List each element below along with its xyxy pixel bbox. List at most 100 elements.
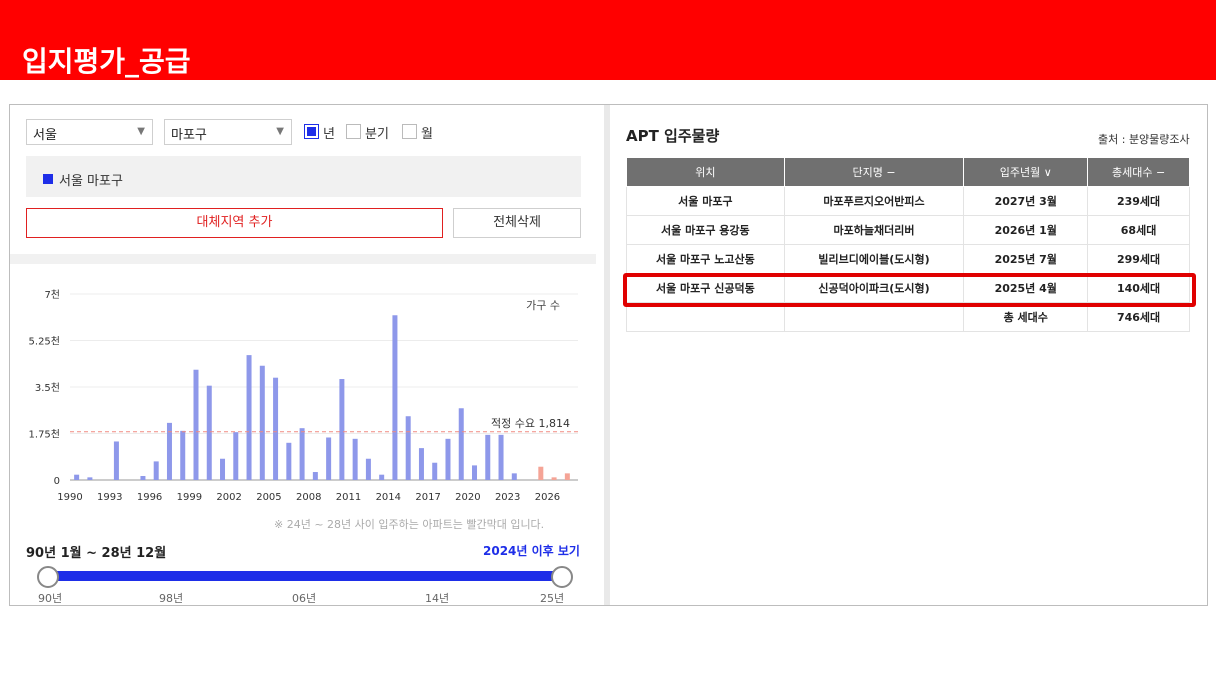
- region-color-swatch: [43, 174, 53, 184]
- range-slider-track[interactable]: [48, 571, 562, 581]
- date-range-label: 90년 1월 ~ 28년 12월: [26, 546, 167, 561]
- chart-bar: [485, 434, 491, 480]
- clear-all-button[interactable]: 전체삭제: [453, 208, 581, 238]
- cell-move-in: 2025년 7월: [963, 244, 1089, 274]
- chart-bar: [273, 377, 279, 480]
- chart-bar: [180, 430, 186, 480]
- month-checkbox-label: 월: [421, 127, 433, 142]
- page-title: 입지평가_공급: [22, 45, 191, 78]
- region-list-item[interactable]: 서울 마포구: [59, 170, 123, 189]
- chart-bar: [564, 473, 570, 480]
- y-tick-label: 1.75천: [29, 429, 60, 441]
- add-region-button[interactable]: 대체지역 추가: [26, 208, 443, 238]
- district-select[interactable]: 마포구 ▼: [164, 119, 292, 145]
- supply-bar-chart: 7천 5.25천 3.5천 1.75천 0 1990 1993 1996 1999 2002 20…: [29, 289, 578, 503]
- chart-bars: [74, 315, 570, 480]
- cell-location: 서울 마포구 용강동: [626, 215, 785, 245]
- cell-complex: 빌리브디에이블(도시형): [783, 244, 965, 274]
- x-tick-label: 2014: [376, 492, 401, 503]
- column-header-location[interactable]: 위치: [626, 157, 785, 187]
- slider-tick-label: 06년: [292, 592, 317, 605]
- chart-bar: [339, 379, 345, 480]
- cell-location: 서울 마포구: [626, 186, 785, 216]
- x-tick-label: 1996: [137, 492, 162, 503]
- chart-bar: [432, 462, 438, 480]
- slider-tick-label: 14년: [425, 592, 450, 605]
- city-select[interactable]: 서울 ▼: [26, 119, 153, 145]
- chart-bar: [498, 434, 504, 480]
- chevron-down-icon: ▼: [276, 126, 284, 137]
- chart-bar: [233, 432, 239, 480]
- chart-bar: [379, 474, 385, 480]
- cell-move-in: 2026년 1월: [963, 215, 1089, 245]
- y-tick-label: 5.25천: [29, 336, 60, 348]
- chart-bar: [551, 477, 557, 480]
- x-tick-label: 2002: [216, 492, 241, 503]
- column-header-complex[interactable]: 단지명 −: [783, 157, 965, 187]
- chart-bar: [458, 408, 464, 480]
- cell-complex: 마포푸르지오어반피스: [783, 186, 965, 216]
- x-tick-label: 2011: [336, 492, 361, 503]
- reference-line-group: 적정 수요 1,814: [70, 417, 578, 433]
- view-after-2024-link[interactable]: 2024년 이후 보기: [483, 542, 580, 559]
- chart-bar: [365, 458, 371, 480]
- range-slider-start-handle[interactable]: [37, 566, 59, 588]
- x-tick-label: 2017: [415, 492, 440, 503]
- chart-bar: [87, 477, 93, 480]
- year-checkbox-label: 년: [323, 127, 335, 142]
- chart-bar: [445, 438, 451, 480]
- chart-bar: [511, 473, 517, 480]
- chart-bar: [312, 472, 318, 480]
- chart-bar: [220, 458, 226, 480]
- city-select-value: 서울: [33, 128, 57, 143]
- range-slider-end-handle[interactable]: [551, 566, 573, 588]
- chart-bar: [352, 438, 358, 480]
- x-tick-label: 2026: [535, 492, 560, 503]
- chart-bar: [74, 474, 80, 480]
- chart-bar: [286, 442, 292, 480]
- chevron-down-icon: ▼: [137, 126, 145, 137]
- y-tick-label: 0: [54, 476, 60, 487]
- y-tick-label: 7천: [44, 289, 60, 301]
- x-axis-ticks: 1990 1993 1996 1999 2002 2005 2008 2011 2014 2017…: [57, 492, 560, 503]
- chart-bar: [418, 448, 424, 480]
- slider-tick-label: 90년: [38, 592, 63, 605]
- slider-tick-label: 98년: [159, 592, 184, 605]
- chart-bar: [538, 466, 544, 480]
- chart-bar: [299, 428, 305, 480]
- x-tick-label: 2020: [455, 492, 480, 503]
- cell-households: 239세대: [1087, 186, 1190, 216]
- chart-bar: [153, 461, 159, 480]
- chart-bar: [193, 369, 199, 480]
- chart-bar: [259, 365, 265, 480]
- quarter-checkbox-label: 분기: [365, 127, 389, 142]
- chart-bar: [246, 355, 252, 480]
- column-header-move-in[interactable]: 입주년월 ∨: [963, 157, 1089, 187]
- cell-households: 68세대: [1087, 215, 1190, 245]
- table-row[interactable]: 서울 마포구 노고산동 빌리브디에이블(도시형) 2025년 7월 299세대: [626, 244, 1190, 274]
- chart-note: ※ 24년 ~ 28년 사이 입주하는 아파트는 빨간막대 입니다.: [274, 518, 545, 531]
- x-tick-label: 1999: [177, 492, 202, 503]
- column-header-households[interactable]: 총세대수 −: [1087, 157, 1190, 187]
- x-tick-label: 2008: [296, 492, 321, 503]
- year-checkbox[interactable]: [304, 124, 319, 139]
- y-tick-label: 3.5천: [35, 382, 60, 394]
- chart-bar: [472, 465, 478, 480]
- table-row[interactable]: 서울 마포구 용강동 마포하늘채더리버 2026년 1월 68세대: [626, 215, 1190, 245]
- y-axis-ticks: 7천 5.25천 3.5천 1.75천 0: [29, 289, 60, 487]
- x-tick-label: 1993: [97, 492, 122, 503]
- reference-line-label: 적정 수요 1,814: [491, 417, 570, 430]
- chart-bar: [140, 476, 146, 480]
- section-separator: [10, 254, 596, 264]
- x-tick-label: 2023: [495, 492, 520, 503]
- table-row[interactable]: 서울 마포구 마포푸르지오어반피스 2027년 3월 239세대: [626, 186, 1190, 216]
- chart-legend-label: 가구 수: [526, 299, 560, 312]
- chart-bar: [206, 385, 212, 480]
- x-tick-label: 1990: [57, 492, 82, 503]
- chart-bar: [113, 441, 119, 480]
- cell-households: 299세대: [1087, 244, 1190, 274]
- month-checkbox[interactable]: [402, 124, 417, 139]
- chart-bar: [392, 315, 398, 480]
- quarter-checkbox[interactable]: [346, 124, 361, 139]
- apt-supply-title: APT 입주물량: [626, 127, 720, 145]
